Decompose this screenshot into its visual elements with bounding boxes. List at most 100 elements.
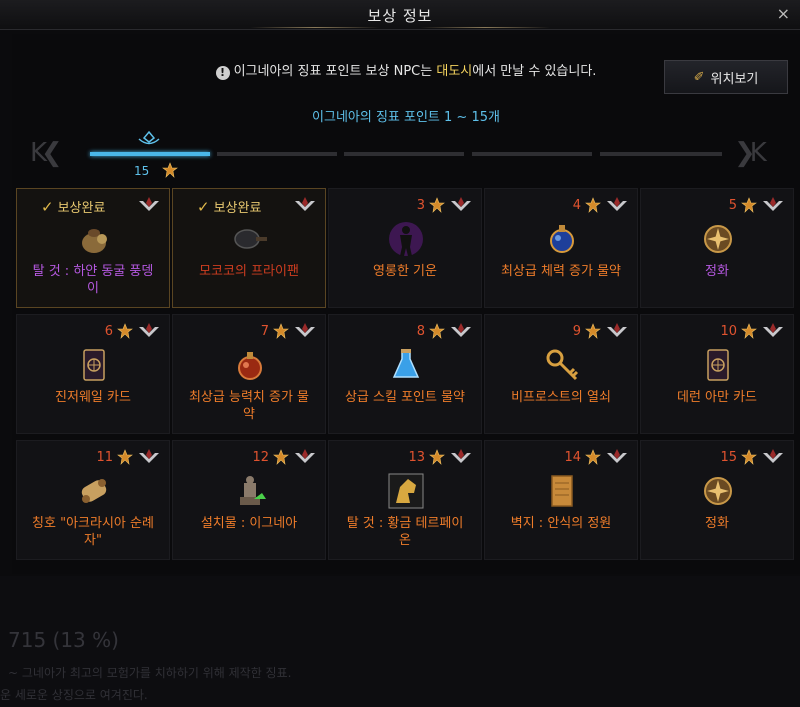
grade-chevron-icon — [139, 323, 159, 337]
required-points: 7 — [260, 324, 269, 339]
reward-cell[interactable]: 14 벽지 : 안식의 정원 — [484, 440, 638, 560]
progress-marker-icon — [138, 130, 160, 145]
reward-name-line: 설치물 : 이그네아 — [200, 516, 298, 531]
background-description-2: 운 세로운 상징으로 여겨진다. — [0, 688, 148, 702]
grade-chevron-icon — [763, 323, 783, 337]
reward-name: 정화 — [645, 263, 789, 280]
window-title: 보상 정보 — [367, 7, 433, 25]
reward-cell[interactable]: 6 진저웨일 카드 — [16, 314, 170, 434]
checkmark-icon: ✓ — [41, 198, 54, 216]
compass-emblem-icon — [704, 477, 732, 505]
claimed-label: 보상완료 — [213, 201, 262, 216]
ignea-token-icon — [117, 449, 133, 465]
reward-name: 진저웨일 카드 — [21, 389, 165, 406]
required-points: 8 — [416, 324, 425, 339]
ignea-token-icon — [162, 162, 178, 178]
required-points: 14 — [564, 450, 581, 465]
ignea-token-icon — [117, 323, 133, 339]
reward-name-line: 정화 — [705, 516, 729, 531]
reward-cell[interactable]: 12 설치물 : 이그네아 — [172, 440, 326, 560]
ignea-token-icon — [585, 323, 601, 339]
reward-name-line: 벽지 : 안식의 정원 — [510, 516, 612, 531]
progress-segment-1 — [90, 152, 210, 156]
aura-figure-icon — [389, 222, 423, 256]
reward-name-line: 진저웨일 카드 — [55, 390, 131, 405]
reward-cell[interactable]: 10 데런 아만 카드 — [640, 314, 794, 434]
reward-name: 비프로스트의 열쇠 — [489, 389, 633, 406]
reward-cell[interactable]: ✓ 보상완료탈 것 : 하얀 동굴 풍뎅 이 — [16, 188, 170, 308]
required-points: 9 — [572, 324, 581, 339]
title-bar: 보상 정보 × — [0, 0, 800, 30]
info-icon: ! — [215, 66, 230, 80]
grade-chevron-icon — [295, 197, 315, 211]
reward-cell[interactable]: 4 최상급 체력 증가 물약 — [484, 188, 638, 308]
previous-page-button[interactable]: K❮ — [30, 138, 63, 168]
reward-claimed-status: ✓ 보상완료 — [197, 197, 261, 216]
blue-flask-icon — [392, 349, 420, 378]
grade-chevron-icon — [763, 449, 783, 463]
bag-icon — [82, 229, 107, 253]
notice-text-2: 에서 만날 수 있습니다. — [472, 64, 597, 79]
next-page-button[interactable]: ❯K — [734, 138, 767, 168]
grade-chevron-icon — [451, 323, 471, 337]
reward-cell[interactable]: 5 정화 — [640, 188, 794, 308]
reward-name-line: 자" — [84, 533, 102, 548]
grade-chevron-icon — [295, 449, 315, 463]
progress-segment-3 — [344, 152, 464, 156]
reward-cell[interactable]: ✓ 보상완료모코코의 프라이팬 — [172, 188, 326, 308]
ignea-token-icon — [741, 449, 757, 465]
required-points: 11 — [96, 450, 113, 465]
ignea-token-icon — [273, 323, 289, 339]
reward-cell[interactable]: 8 상급 스킬 포인트 물약 — [328, 314, 482, 434]
close-button[interactable]: × — [777, 4, 790, 23]
ignea-token-icon — [429, 449, 445, 465]
claimed-label: 보상완료 — [57, 201, 106, 216]
reward-cell[interactable]: 9 비프로스트의 열쇠 — [484, 314, 638, 434]
red-potion-icon — [238, 352, 262, 380]
grade-chevron-icon — [139, 197, 159, 211]
reward-name-line: 영롱한 기운 — [373, 264, 437, 279]
progress-segment-4 — [472, 152, 592, 156]
potion-icon — [550, 225, 574, 253]
ignea-token-icon — [585, 197, 601, 213]
reward-name: 영롱한 기운 — [333, 263, 477, 280]
grade-chevron-icon — [451, 197, 471, 211]
required-points: 4 — [572, 198, 581, 213]
grade-chevron-icon — [607, 197, 627, 211]
reward-name: 벽지 : 안식의 정원 — [489, 515, 633, 532]
reward-name: 칭호 "아크라시아 순례자" — [21, 515, 165, 549]
required-points: 3 — [416, 198, 425, 213]
grade-chevron-icon — [451, 449, 471, 463]
view-location-button[interactable]: ✐ 위치보기 — [664, 60, 788, 94]
reward-name: 설치물 : 이그네아 — [177, 515, 321, 532]
grade-chevron-icon — [295, 323, 315, 337]
required-points: 13 — [408, 450, 425, 465]
reward-cell[interactable]: 13 탈 것 : 황금 테르페이 온 — [328, 440, 482, 560]
wallpaper-icon — [551, 475, 573, 507]
reward-name: 모코코의 프라이팬 — [177, 263, 321, 280]
ignea-token-icon — [585, 449, 601, 465]
statue-icon — [240, 476, 266, 505]
reward-name-line: 상급 스킬 포인트 물약 — [344, 390, 466, 405]
key-icon — [546, 349, 579, 381]
grade-chevron-icon — [607, 323, 627, 337]
view-location-label: 위치보기 — [710, 71, 759, 87]
reward-cell[interactable]: 15 정화 — [640, 440, 794, 560]
reward-name: 탈 것 : 하얀 동굴 풍뎅 이 — [21, 263, 165, 297]
grade-chevron-icon — [763, 197, 783, 211]
reward-name-line: 최상급 능력치 증가 물 — [188, 390, 310, 405]
reward-name-line: 온 — [399, 533, 411, 548]
reward-cell[interactable]: 7 최상급 능력치 증가 물약 — [172, 314, 326, 434]
progress-segment-2 — [217, 152, 337, 156]
grade-chevron-icon — [139, 449, 159, 463]
reward-panel: ! 이그네아의 징표 포인트 보상 NPC는 대도시에서 만날 수 있습니다. ✐… — [12, 34, 800, 574]
grade-chevron-icon — [607, 449, 627, 463]
reward-cell[interactable]: 3 영롱한 기운 — [328, 188, 482, 308]
reward-name-line: 비프로스트의 열쇠 — [511, 390, 611, 405]
title-decoration-right — [420, 27, 550, 28]
reward-name-line: 최상급 체력 증가 물약 — [500, 264, 622, 279]
reward-name: 데런 아만 카드 — [645, 389, 789, 406]
reward-name-line: 칭호 "아크라시아 순례 — [32, 516, 154, 531]
background-description-1: ~ 그네아가 최고의 모험가를 치하하기 위해 제작한 징표. — [8, 666, 292, 680]
reward-cell[interactable]: 11 칭호 "아크라시아 순례자" — [16, 440, 170, 560]
